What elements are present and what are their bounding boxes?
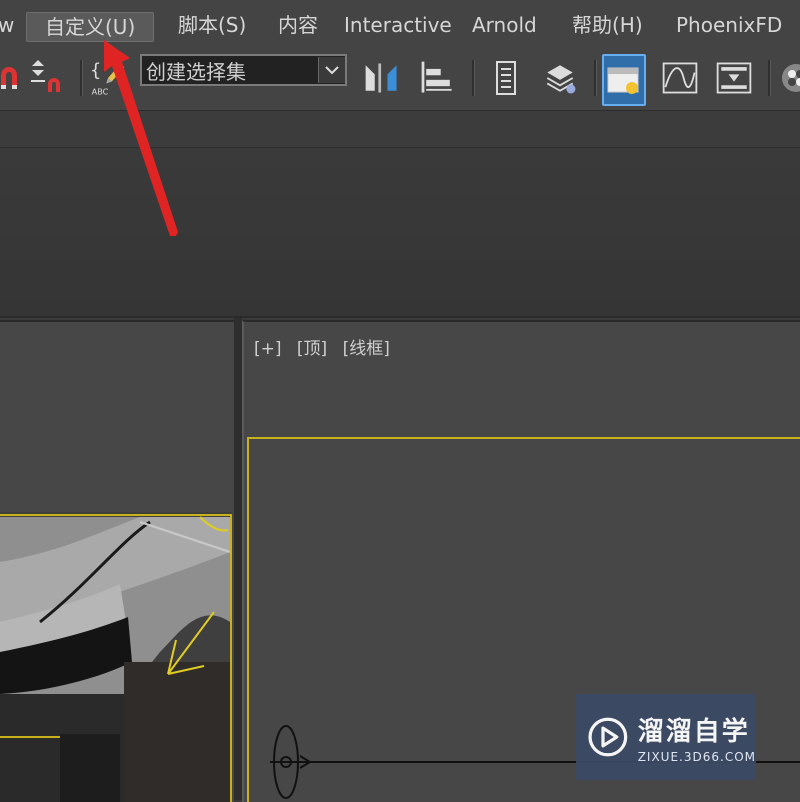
snap-spinner-icon[interactable] [26,54,66,102]
menu-item-interactive[interactable]: Interactive [344,8,452,42]
edit-named-selection-icon[interactable]: { ABC [88,54,128,102]
menu-item-scripting[interactable]: 脚本(S) [178,8,246,42]
perspective-model-render [0,512,232,802]
material-editor-icon[interactable] [774,54,800,102]
toolbar-separator [472,60,475,96]
menu-item-help[interactable]: 帮助(H) [572,8,643,42]
scene-explorer-icon[interactable] [540,54,580,102]
viewport-shading-menu[interactable]: [线框] [343,339,390,359]
viewport-perspective[interactable] [0,320,234,802]
watermark-url: ZIXUE.3D66.COM [637,749,756,764]
toolbar-separator [594,60,597,96]
chevron-down-icon[interactable] [318,57,345,83]
named-selection-set-dropdown[interactable]: 创建选择集 [140,54,347,86]
ribbon-tab-strip [0,111,800,148]
svg-text:{: { [90,60,102,81]
align-icon[interactable] [418,54,458,102]
toggle-ribbon-icon[interactable] [602,54,646,106]
viewport-general-menu[interactable]: [+] [254,339,282,359]
curve-editor-icon[interactable] [660,54,700,102]
menu-item-content[interactable]: 内容 [278,8,318,42]
menu-item-customize[interactable]: 自定义(U) [26,12,155,42]
mirror-icon[interactable] [362,54,402,102]
toolbar-separator [80,60,83,96]
viewport-splitter[interactable] [234,318,242,800]
play-logo-icon [588,717,628,757]
menu-item-view-partial[interactable]: w [0,8,14,42]
watermark-title: 溜溜自学 [637,716,750,747]
watermark-logo: 溜溜自学 ZIXUE.3D66.COM [576,694,756,780]
menu-bar: w 自定义(U) 脚本(S) 内容 Interactive Arnold 帮助(… [0,0,800,49]
viewport-label-menu: [+] [顶] [线框] [254,334,400,359]
main-toolbar: { ABC 创建选择集 [0,48,800,111]
layer-manager-icon[interactable] [486,54,526,102]
toolbar-separator [768,60,771,96]
ribbon-panel [0,148,800,318]
schematic-view-icon[interactable] [714,54,754,102]
menu-item-arnold[interactable]: Arnold [472,8,537,42]
svg-text:ABC: ABC [92,86,109,96]
menu-item-phoenixfd[interactable]: PhoenixFD [676,8,782,42]
viewport-point-of-view-menu[interactable]: [顶] [297,339,327,359]
selection-set-value: 创建选择集 [146,59,246,84]
